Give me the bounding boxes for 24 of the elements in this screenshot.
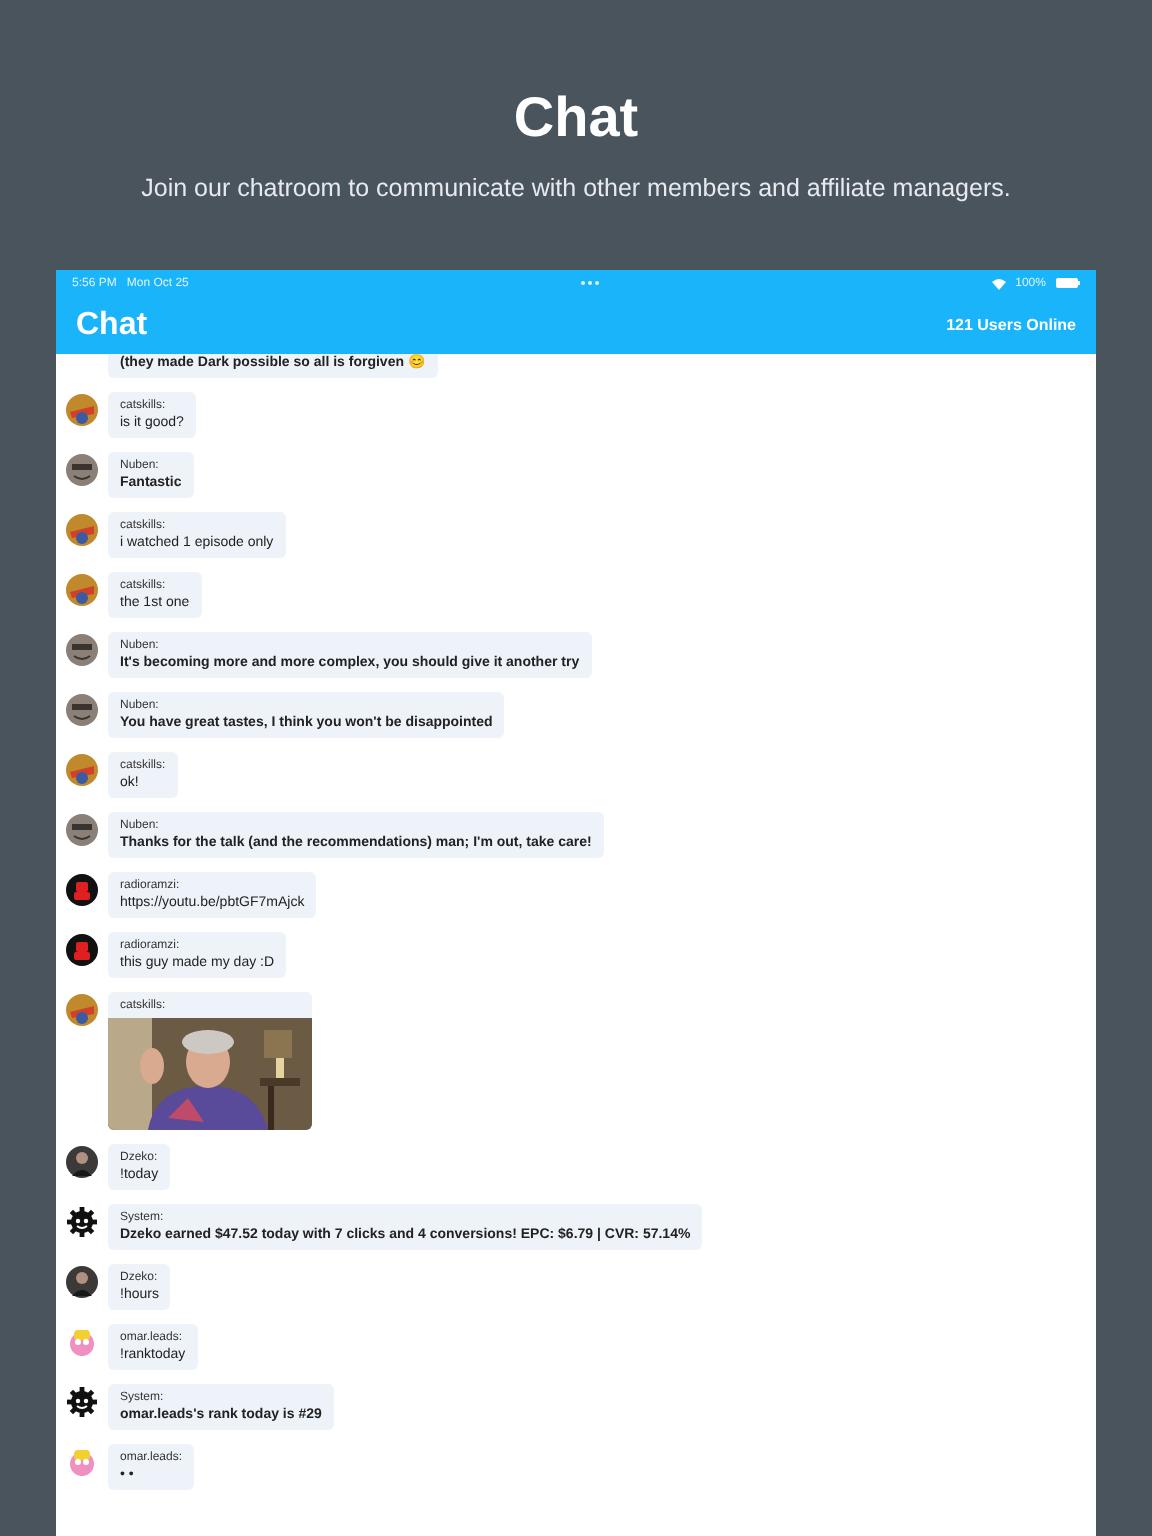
gear-icon	[66, 1206, 98, 1238]
robot-icon	[66, 874, 98, 906]
users-online: 121 Users Online	[946, 316, 1076, 334]
battery-icon	[1055, 278, 1080, 288]
avatar-icon	[66, 394, 98, 426]
avatar-icon	[66, 1266, 98, 1298]
avatar-icon	[66, 694, 98, 726]
wifi-icon	[991, 277, 1006, 289]
avatar-icon	[66, 1146, 98, 1178]
gear-icon	[66, 1386, 98, 1418]
page-title: Chat	[513, 84, 639, 152]
page-subtitle: Join our chatroom to communicate with other members and affiliate managers.	[141, 172, 1011, 204]
avatar-icon	[66, 514, 98, 546]
avatar-icon	[66, 814, 98, 846]
avatar-icon	[66, 994, 98, 1026]
avatar-icon	[66, 454, 98, 486]
avatar-icon	[66, 1446, 98, 1478]
chat-title: Chat	[76, 307, 148, 343]
robot-icon	[66, 934, 98, 966]
more-icon	[580, 280, 600, 286]
avatar-icon	[66, 634, 98, 666]
avatar-icon	[66, 574, 98, 606]
avatar-icon	[66, 1326, 98, 1358]
avatar-icon	[66, 754, 98, 786]
